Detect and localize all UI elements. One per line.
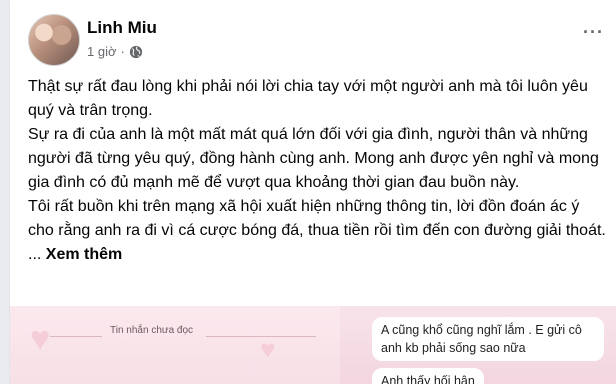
- post-meta: 1 giờ ·: [87, 44, 143, 59]
- chat-bubble: Anh thấy hối hận: [372, 368, 484, 384]
- unread-label: Tin nhắn chưa đọc: [110, 325, 194, 336]
- post-paragraph: Tôi rất buồn khi trên mạng xã hội xuất h…: [28, 195, 608, 267]
- see-more-link[interactable]: Xem thêm: [46, 246, 122, 263]
- divider: [50, 336, 102, 337]
- more-options-icon[interactable]: ···: [583, 22, 604, 43]
- post-card: Linh Miu 1 giờ · ··· Thật sự rất đau lòn…: [10, 0, 616, 384]
- post-time[interactable]: 1 giờ: [87, 44, 117, 59]
- photo-right-panel: A cũng khổ cũng nghĩ lắm . E gửi cô anh …: [340, 306, 616, 384]
- author-name[interactable]: Linh Miu: [87, 18, 157, 38]
- heart-decoration: ♥: [260, 334, 276, 364]
- photo-left-panel: ♥ ♥ Tin nhắn chưa đọc: [10, 306, 340, 384]
- meta-separator: ·: [120, 44, 125, 59]
- post-paragraph: Sự ra đi của anh là một mất mát quá lớn …: [28, 126, 599, 191]
- post-photo[interactable]: ♥ ♥ Tin nhắn chưa đọc A cũng khổ cũng ng…: [10, 306, 616, 384]
- post-header: Linh Miu 1 giờ · ···: [10, 0, 616, 70]
- globe-icon[interactable]: [129, 45, 143, 59]
- divider: [206, 336, 316, 337]
- heart-decoration: ♥: [30, 320, 51, 358]
- post-paragraph: Thật sự rất đau lòng khi phải nói lời ch…: [28, 78, 588, 119]
- avatar[interactable]: [28, 14, 80, 66]
- post-body: Thật sự rất đau lòng khi phải nói lời ch…: [28, 75, 608, 267]
- chat-bubble: A cũng khổ cũng nghĩ lắm . E gửi cô anh …: [372, 317, 604, 361]
